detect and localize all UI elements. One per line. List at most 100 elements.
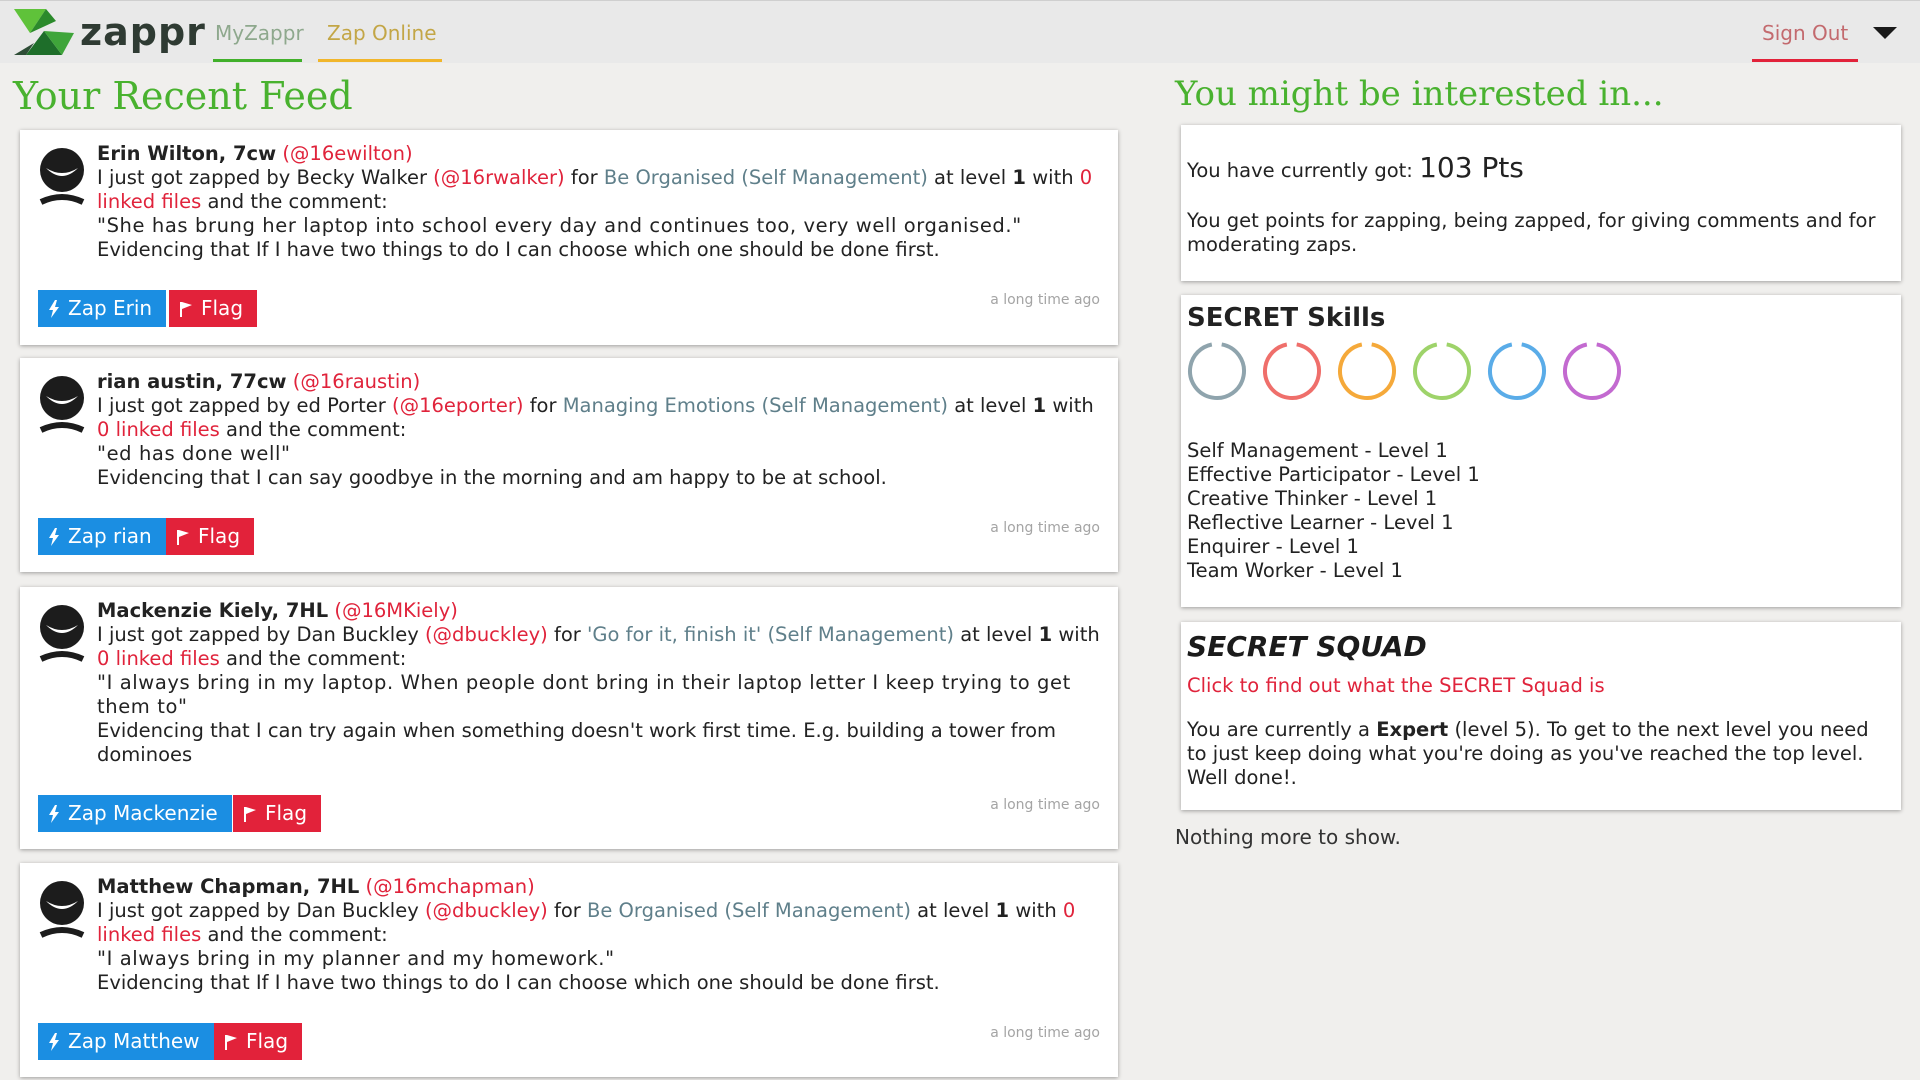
skills-title: SECRET Skills [1187, 303, 1386, 333]
flag-button[interactable]: Flag [166, 518, 255, 555]
comment-intro: and the comment: [207, 923, 388, 946]
flag-button[interactable]: Flag [214, 1023, 303, 1060]
timestamp: a long time ago [990, 292, 1100, 308]
feed-card: Mackenzie Kiely, 7HL (@16MKiely) I just … [20, 587, 1118, 849]
author-handle[interactable]: (@16mchapman) [366, 875, 535, 898]
level-value: 1 [1038, 623, 1053, 646]
for-text: for [553, 623, 581, 646]
skill-ring-enquirer[interactable] [1487, 341, 1547, 401]
flag-button-label: Flag [265, 801, 308, 825]
lightning-icon [49, 299, 59, 318]
flag-button[interactable]: Flag [169, 290, 258, 327]
skill-link[interactable]: Be Organised (Self Management) [587, 899, 911, 922]
skill-link[interactable]: Be Organised (Self Management) [604, 166, 928, 189]
avatar-icon [39, 881, 85, 938]
linked-files-link[interactable]: 0 linked files [97, 647, 220, 670]
zapper-text: I just got zapped by Dan Buckley [97, 623, 419, 646]
skill-level-item: Reflective Learner - Level 1 [1187, 511, 1454, 534]
skill-ring-reflective-learner[interactable] [1412, 341, 1472, 401]
zapper-handle[interactable]: (@16rwalker) [433, 166, 564, 189]
for-text: for [570, 166, 598, 189]
points-description: You get points for zapping, being zapped… [1187, 209, 1876, 256]
skill-ring-effective-participator[interactable] [1262, 341, 1322, 401]
comment-intro: and the comment: [207, 190, 388, 213]
skill-ring-arc [1188, 342, 1246, 400]
feed-card: Erin Wilton, 7cw (@16ewilton) I just got… [20, 130, 1118, 345]
squad-rank: Expert [1376, 718, 1449, 741]
zappr-logo[interactable]: zappr [12, 7, 206, 57]
dropdown-caret-icon[interactable] [1873, 27, 1897, 39]
feed-card-body: rian austin, 77cw (@16raustin) I just go… [97, 370, 1103, 490]
evidence-text: Evidencing that I can try again when som… [97, 719, 1057, 766]
zapper-handle[interactable]: (@dbuckley) [425, 623, 548, 646]
comment-intro: and the comment: [226, 647, 407, 670]
sign-out-link[interactable]: Sign Out [1762, 21, 1848, 45]
feed-card-body: Mackenzie Kiely, 7HL (@16MKiely) I just … [97, 599, 1103, 767]
avatar-icon [39, 605, 85, 662]
skill-ring-self-management[interactable] [1187, 341, 1247, 401]
skill-link[interactable]: Managing Emotions (Self Management) [563, 394, 948, 417]
zapper-text: I just got zapped by Dan Buckley [97, 899, 419, 922]
flag-button-label: Flag [246, 1029, 289, 1053]
evidence-text: Evidencing that I can say goodbye in the… [97, 466, 887, 489]
evidence-text: Evidencing that If I have two things to … [97, 238, 940, 261]
author-name[interactable]: rian austin, 77cw [97, 370, 287, 393]
flag-button-label: Flag [201, 296, 244, 320]
flag-icon [177, 529, 189, 545]
comment-quote: "ed has done well" [97, 442, 291, 465]
author-handle[interactable]: (@16MKiely) [334, 599, 458, 622]
nav-myzappr[interactable]: MyZappr [215, 21, 304, 45]
skills-list: Self Management - Level 1 Effective Part… [1187, 439, 1480, 583]
lightning-icon [49, 1032, 59, 1051]
feed-card: Matthew Chapman, 7HL (@16mchapman) I jus… [20, 863, 1118, 1077]
skill-ring-arc [1338, 342, 1396, 400]
nav-myzappr-underline [213, 59, 302, 62]
squad-info-link[interactable]: Click to find out what the SECRET Squad … [1187, 674, 1605, 697]
nav-zap-online-underline [318, 59, 442, 62]
comment-quote: "I always bring in my laptop. When peopl… [97, 671, 1071, 718]
skill-ring-arc [1263, 342, 1321, 400]
skill-level-item: Creative Thinker - Level 1 [1187, 487, 1438, 510]
with-text: with [1032, 166, 1074, 189]
flag-icon [180, 301, 192, 317]
zapper-text: I just got zapped by Becky Walker [97, 166, 427, 189]
zapper-handle[interactable]: (@dbuckley) [425, 899, 548, 922]
nav-zap-online[interactable]: Zap Online [327, 21, 437, 45]
points-line: You have currently got: 103 Pts [1187, 151, 1524, 184]
avatar-icon [39, 376, 85, 433]
skill-ring-creative-thinker[interactable] [1337, 341, 1397, 401]
linked-files-link[interactable]: 0 linked files [97, 418, 220, 441]
sign-out-underline [1752, 59, 1858, 62]
level-value: 1 [1032, 394, 1047, 417]
at-level-text: at level [917, 899, 990, 922]
skill-ring-team-worker[interactable] [1562, 341, 1622, 401]
zap-button[interactable]: Zap Erin [38, 290, 167, 327]
comment-intro: and the comment: [226, 418, 407, 441]
zap-button[interactable]: Zap Mackenzie [38, 795, 232, 832]
zap-button[interactable]: Zap rian [38, 518, 166, 555]
feed-title: Your Recent Feed [13, 74, 353, 118]
level-value: 1 [995, 899, 1010, 922]
squad-description: You are currently a Expert (level 5). To… [1187, 718, 1887, 790]
flag-button-label: Flag [198, 524, 241, 548]
zapper-handle[interactable]: (@16eporter) [392, 394, 524, 417]
top-navbar: zappr MyZappr Zap Online Sign Out [0, 0, 1920, 63]
zappr-logo-icon [14, 9, 74, 55]
comment-quote: "She has brung her laptop into school ev… [97, 214, 1022, 237]
with-text: with [1015, 899, 1057, 922]
skill-link[interactable]: 'Go for it, finish it' (Self Management) [587, 623, 954, 646]
author-name[interactable]: Mackenzie Kiely, 7HL [97, 599, 328, 622]
at-level-text: at level [960, 623, 1033, 646]
author-name[interactable]: Erin Wilton, 7cw [97, 142, 276, 165]
lightning-icon [49, 804, 59, 823]
author-name[interactable]: Matthew Chapman, 7HL [97, 875, 359, 898]
points-label: You have currently got: [1187, 159, 1413, 182]
flag-icon [225, 1034, 237, 1050]
at-level-text: at level [954, 394, 1027, 417]
author-handle[interactable]: (@16raustin) [293, 370, 420, 393]
zap-button[interactable]: Zap Matthew [38, 1023, 214, 1060]
at-level-text: at level [934, 166, 1007, 189]
feed-card-body: Erin Wilton, 7cw (@16ewilton) I just got… [97, 142, 1103, 262]
flag-button[interactable]: Flag [233, 795, 322, 832]
author-handle[interactable]: (@16ewilton) [282, 142, 412, 165]
